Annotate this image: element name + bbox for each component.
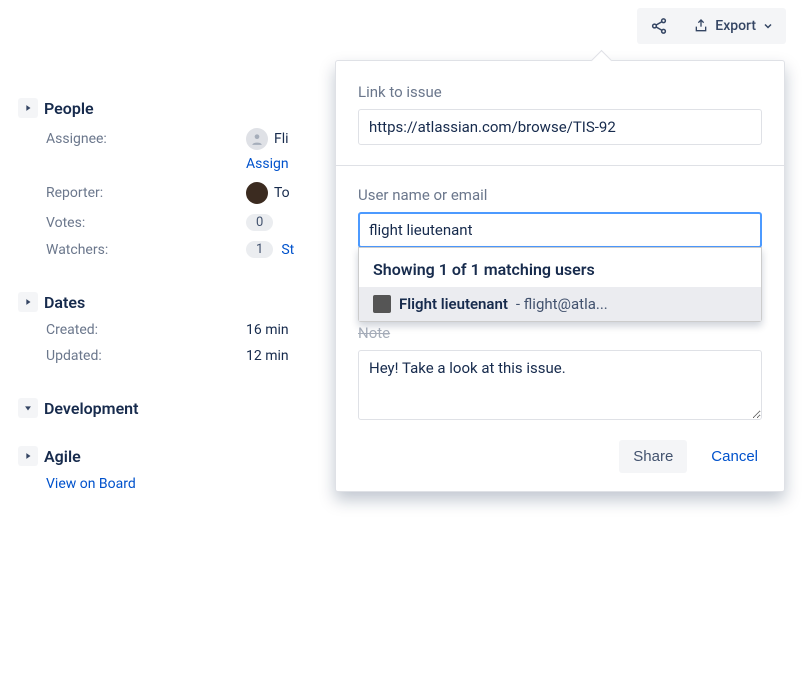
reporter-name: To: [274, 185, 290, 201]
avatar: [246, 182, 268, 204]
reporter-label: Reporter:: [46, 185, 246, 201]
assignee-label: Assignee:: [46, 131, 246, 147]
created-row: Created: 16 min: [18, 322, 340, 338]
created-value: 16 min: [246, 322, 289, 338]
assignee-name: Fli: [274, 131, 289, 147]
development-title: Development: [44, 399, 138, 418]
divider: [336, 165, 784, 166]
link-to-issue-label: Link to issue: [358, 83, 762, 101]
dates-title: Dates: [44, 293, 85, 312]
share-popover: Link to issue User name or email Showing…: [335, 60, 785, 492]
votes-label: Votes:: [46, 215, 246, 231]
updated-value: 12 min: [246, 348, 289, 364]
assign-link[interactable]: Assign: [246, 156, 289, 172]
people-section-header[interactable]: People: [18, 98, 340, 118]
top-action-bar: Export: [637, 8, 786, 44]
assign-action-row: Assign: [18, 156, 340, 172]
agile-title: Agile: [44, 447, 81, 466]
suggestion-name: Flight lieutenant: [399, 295, 508, 313]
updated-row: Updated: 12 min: [18, 348, 340, 364]
share-submit-button[interactable]: Share: [619, 440, 687, 473]
note-textarea[interactable]: [358, 350, 762, 420]
link-to-issue-input[interactable]: [358, 109, 762, 145]
chevron-down-icon: [762, 20, 774, 32]
reporter-row: Reporter: To: [18, 182, 340, 204]
watchers-label: Watchers:: [46, 242, 246, 258]
user-suggestions: Showing 1 of 1 matching users Flight lie…: [358, 247, 762, 322]
created-label: Created:: [46, 322, 246, 338]
share-icon: [650, 17, 668, 35]
view-on-board-link[interactable]: View on Board: [46, 476, 136, 492]
votes-count: 0: [246, 214, 273, 231]
avatar: [373, 295, 391, 313]
watchers-link[interactable]: St: [281, 242, 294, 258]
agile-section-header[interactable]: Agile: [18, 446, 340, 466]
share-button[interactable]: [637, 8, 681, 44]
chevron-right-icon: [18, 446, 38, 466]
watchers-row: Watchers: 1 St: [18, 241, 340, 258]
user-search-input[interactable]: [358, 212, 762, 248]
chevron-down-icon: [18, 398, 38, 418]
development-section-header[interactable]: Development: [18, 398, 340, 418]
avatar: [246, 128, 268, 150]
votes-row: Votes: 0: [18, 214, 340, 231]
watchers-count: 1: [246, 241, 273, 258]
suggestion-item[interactable]: Flight lieutenant - flight@atla...: [359, 287, 761, 321]
export-button[interactable]: Export: [681, 8, 786, 44]
chevron-right-icon: [18, 292, 38, 312]
suggestion-email: - flight@atla...: [516, 295, 608, 313]
cancel-button[interactable]: Cancel: [707, 440, 762, 473]
note-label: Note: [358, 324, 762, 342]
dates-section-header[interactable]: Dates: [18, 292, 340, 312]
popover-actions: Share Cancel: [358, 440, 762, 473]
export-label: Export: [715, 18, 756, 34]
issue-sidebar: People Assignee: Fli Assign Reporter: To…: [0, 80, 340, 502]
suggestions-header: Showing 1 of 1 matching users: [359, 254, 761, 287]
chevron-right-icon: [18, 98, 38, 118]
user-search-label: User name or email: [358, 186, 762, 204]
assignee-row: Assignee: Fli: [18, 128, 340, 150]
view-on-board-row: View on Board: [18, 476, 340, 492]
updated-label: Updated:: [46, 348, 246, 364]
export-icon: [693, 18, 709, 34]
people-title: People: [44, 99, 94, 118]
